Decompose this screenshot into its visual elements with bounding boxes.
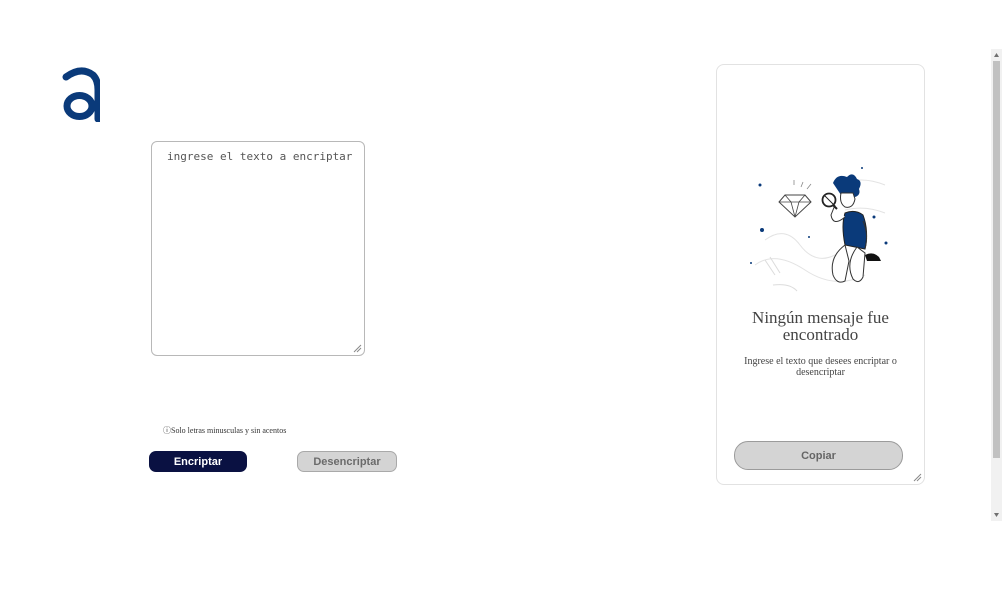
empty-message-subtitle: Ingrese el texto que desees encriptar o … (744, 356, 897, 378)
person-magnifying-diamond-illustration (745, 165, 895, 299)
alura-logo (62, 66, 102, 126)
scrollbar-thumb[interactable] (993, 61, 1000, 458)
resize-handle-icon[interactable] (353, 344, 362, 353)
input-hint: ⓘSolo letras minusculas y sin acentos (163, 426, 287, 435)
resize-handle-icon[interactable] (913, 473, 922, 482)
decrypt-button[interactable]: Desencriptar (297, 451, 397, 472)
empty-message-title: Ningún mensaje fue encontrado (752, 308, 889, 344)
textarea-placeholder: ingrese el texto a encriptar (167, 150, 353, 163)
scroll-down-arrow-icon[interactable] (993, 511, 1000, 519)
scroll-up-arrow-icon[interactable] (993, 51, 1000, 59)
copy-button[interactable]: Copiar (734, 441, 903, 470)
encrypt-button[interactable]: Encriptar (149, 451, 247, 472)
output-panel: Ningún mensaje fue encontrado Ingrese el… (716, 64, 925, 485)
encrypt-textarea[interactable]: ingrese el texto a encriptar (151, 141, 365, 356)
vertical-scrollbar[interactable] (991, 49, 1002, 521)
